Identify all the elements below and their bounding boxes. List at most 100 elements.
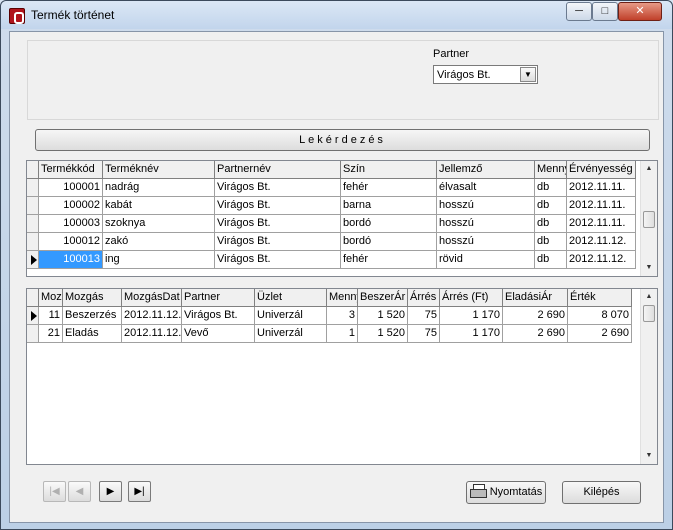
table-cell[interactable]: db bbox=[535, 179, 567, 197]
table-cell[interactable]: Univerzál bbox=[255, 307, 327, 325]
table-cell[interactable]: 2012.11.12. bbox=[122, 307, 182, 325]
table-cell[interactable]: Univerzál bbox=[255, 325, 327, 343]
prev-record-button[interactable]: ◀ bbox=[68, 481, 91, 502]
column-header[interactable]: BeszerÁr bbox=[358, 289, 408, 307]
products-grid[interactable]: ▲ ▼ Termékkód Terméknév Partnernév Szín Jell… bbox=[26, 160, 658, 277]
table-cell[interactable]: rövid bbox=[437, 251, 535, 269]
table-cell[interactable]: db bbox=[535, 197, 567, 215]
column-header[interactable]: Érték bbox=[568, 289, 632, 307]
table-cell[interactable]: 100002 bbox=[39, 197, 103, 215]
column-header[interactable]: Menny bbox=[535, 161, 567, 179]
row-indicator[interactable] bbox=[27, 325, 39, 343]
table-cell[interactable]: szoknya bbox=[103, 215, 215, 233]
table-cell[interactable]: hosszú bbox=[437, 197, 535, 215]
table-cell[interactable]: Virágos Bt. bbox=[215, 233, 341, 251]
table-cell[interactable]: 75 bbox=[408, 307, 440, 325]
last-record-button[interactable]: ▶| bbox=[128, 481, 151, 502]
table-cell[interactable]: Virágos Bt. bbox=[182, 307, 255, 325]
table-cell[interactable]: bordó bbox=[341, 233, 437, 251]
row-indicator[interactable] bbox=[27, 289, 39, 307]
column-header[interactable]: Üzlet bbox=[255, 289, 327, 307]
products-scrollbar[interactable]: ▲ ▼ bbox=[640, 161, 657, 276]
scroll-thumb[interactable] bbox=[643, 305, 655, 322]
row-indicator[interactable] bbox=[27, 161, 39, 179]
table-cell[interactable]: 2012.11.11. bbox=[567, 215, 636, 233]
column-header[interactable]: Árrés bbox=[408, 289, 440, 307]
column-header[interactable]: EladásiÁr bbox=[503, 289, 568, 307]
table-cell[interactable]: Eladás bbox=[63, 325, 122, 343]
table-row[interactable]: 100003 szoknya Virágos Bt. bordó hosszú db 201… bbox=[27, 215, 636, 233]
scroll-thumb[interactable] bbox=[643, 211, 655, 228]
table-cell[interactable]: 2012.11.11. bbox=[567, 179, 636, 197]
table-cell[interactable]: 2012.11.12. bbox=[567, 233, 636, 251]
table-cell[interactable]: 100003 bbox=[39, 215, 103, 233]
table-cell[interactable]: 75 bbox=[408, 325, 440, 343]
table-cell[interactable]: Beszerzés bbox=[63, 307, 122, 325]
table-cell[interactable]: Virágos Bt. bbox=[215, 251, 341, 269]
partner-dropdown[interactable]: Virágos Bt. ▼ bbox=[433, 65, 538, 84]
table-row[interactable]: 100002 kabát Virágos Bt. barna hosszú db 2012.… bbox=[27, 197, 636, 215]
table-cell[interactable]: 2 690 bbox=[568, 325, 632, 343]
movements-scrollbar[interactable]: ▲ ▼ bbox=[640, 289, 657, 464]
column-header[interactable]: Jellemző bbox=[437, 161, 535, 179]
table-cell[interactable]: 1 bbox=[327, 325, 358, 343]
table-cell[interactable]: db bbox=[535, 251, 567, 269]
table-cell[interactable]: 2012.11.12. bbox=[567, 251, 636, 269]
table-cell[interactable]: zakó bbox=[103, 233, 215, 251]
chevron-down-icon[interactable]: ▼ bbox=[520, 67, 536, 82]
table-cell[interactable]: 1 170 bbox=[440, 325, 503, 343]
table-cell[interactable]: 2012.11.12. bbox=[122, 325, 182, 343]
table-cell[interactable]: ing bbox=[103, 251, 215, 269]
table-cell[interactable]: 100012 bbox=[39, 233, 103, 251]
table-cell[interactable]: 21 bbox=[39, 325, 63, 343]
table-cell[interactable]: nadrág bbox=[103, 179, 215, 197]
table-cell[interactable]: 1 170 bbox=[440, 307, 503, 325]
exit-button[interactable]: Kilépés bbox=[562, 481, 641, 504]
table-cell[interactable]: hosszú bbox=[437, 233, 535, 251]
column-header[interactable]: Partnernév bbox=[215, 161, 341, 179]
column-header[interactable]: Terméknév bbox=[103, 161, 215, 179]
row-indicator[interactable] bbox=[27, 307, 39, 325]
scroll-up-icon[interactable]: ▲ bbox=[641, 161, 657, 177]
table-cell[interactable]: 100013 bbox=[39, 251, 103, 269]
column-header[interactable]: Érvényesség bbox=[567, 161, 636, 179]
row-indicator[interactable] bbox=[27, 215, 39, 233]
table-cell[interactable]: 11 bbox=[39, 307, 63, 325]
table-row[interactable]: 100001 nadrág Virágos Bt. fehér élvasalt db 20… bbox=[27, 179, 636, 197]
title-bar[interactable]: Termék történet ─ □ ✕ bbox=[1, 1, 672, 29]
scroll-up-icon[interactable]: ▲ bbox=[641, 289, 657, 305]
print-button[interactable]: Nyomtatás bbox=[466, 481, 546, 504]
table-cell[interactable]: fehér bbox=[341, 179, 437, 197]
column-header[interactable]: Termékkód bbox=[39, 161, 103, 179]
table-row[interactable]: 11 Beszerzés 2012.11.12. Virágos Bt. Univerz… bbox=[27, 307, 632, 325]
table-cell[interactable]: Virágos Bt. bbox=[215, 197, 341, 215]
minimize-button[interactable]: ─ bbox=[566, 2, 592, 21]
column-header[interactable]: MozgásDat bbox=[122, 289, 182, 307]
table-cell[interactable]: kabát bbox=[103, 197, 215, 215]
table-cell[interactable]: 2012.11.11. bbox=[567, 197, 636, 215]
row-indicator[interactable] bbox=[27, 251, 39, 269]
table-cell[interactable]: 1 520 bbox=[358, 325, 408, 343]
column-header[interactable]: Árrés (Ft) bbox=[440, 289, 503, 307]
first-record-button[interactable]: |◀ bbox=[43, 481, 66, 502]
next-record-button[interactable]: ▶ bbox=[99, 481, 122, 502]
table-row[interactable]: 21 Eladás 2012.11.12. Vevő Univerzál 1 1 520 75… bbox=[27, 325, 632, 343]
scroll-down-icon[interactable]: ▼ bbox=[641, 260, 657, 276]
query-button[interactable]: Lekérdezés bbox=[35, 129, 650, 151]
scroll-down-icon[interactable]: ▼ bbox=[641, 448, 657, 464]
table-cell[interactable]: barna bbox=[341, 197, 437, 215]
row-indicator[interactable] bbox=[27, 233, 39, 251]
table-cell[interactable]: Virágos Bt. bbox=[215, 179, 341, 197]
column-header[interactable]: Szín bbox=[341, 161, 437, 179]
table-cell[interactable]: bordó bbox=[341, 215, 437, 233]
column-header[interactable]: Partner bbox=[182, 289, 255, 307]
table-cell[interactable]: db bbox=[535, 215, 567, 233]
table-cell[interactable]: db bbox=[535, 233, 567, 251]
column-header[interactable]: Menny bbox=[327, 289, 358, 307]
table-cell[interactable]: hosszú bbox=[437, 215, 535, 233]
table-row[interactable]: 100012 zakó Virágos Bt. bordó hosszú db 2012.1… bbox=[27, 233, 636, 251]
table-row[interactable]: 100013 ing Virágos Bt. fehér rövid db 2012.11.… bbox=[27, 251, 636, 269]
table-cell[interactable]: 100001 bbox=[39, 179, 103, 197]
table-cell[interactable]: 2 690 bbox=[503, 307, 568, 325]
table-cell[interactable]: Virágos Bt. bbox=[215, 215, 341, 233]
